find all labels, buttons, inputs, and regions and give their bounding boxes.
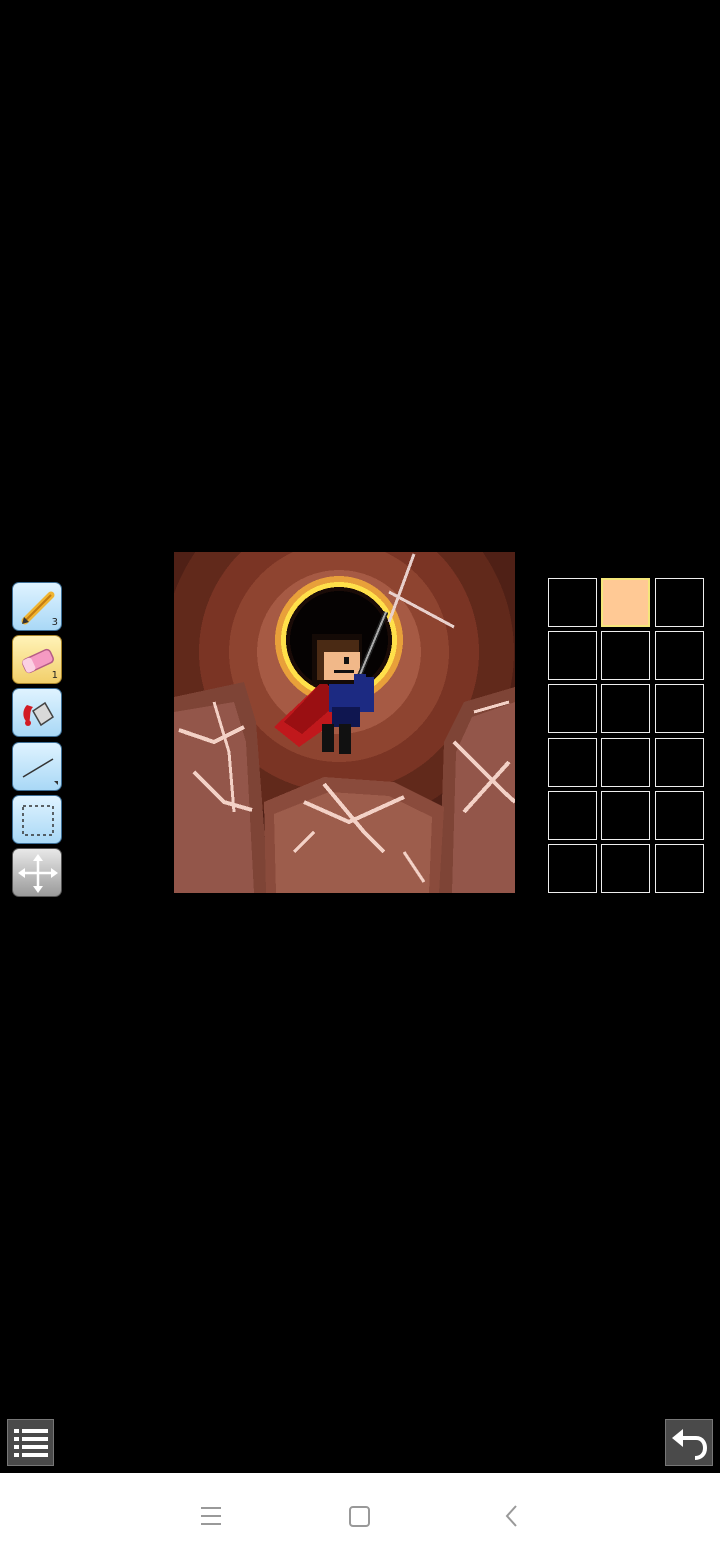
move-tool-button[interactable] bbox=[12, 848, 62, 897]
menu-button[interactable] bbox=[7, 1419, 54, 1466]
select-tool-button[interactable] bbox=[12, 795, 62, 844]
fill-tool-button[interactable] bbox=[12, 688, 62, 737]
palette-swatch[interactable] bbox=[548, 738, 597, 787]
recent-apps-icon[interactable] bbox=[195, 1473, 227, 1560]
undo-button[interactable] bbox=[665, 1419, 713, 1466]
list-menu-icon bbox=[14, 1429, 48, 1457]
palette-swatch[interactable] bbox=[655, 844, 704, 893]
palette-swatch[interactable] bbox=[601, 791, 650, 840]
palette-swatch[interactable] bbox=[548, 578, 597, 627]
eraser-tool-button[interactable]: 1 bbox=[12, 635, 62, 684]
pencil-tool-button[interactable]: 3 bbox=[12, 582, 62, 631]
system-navigation-bar bbox=[0, 1473, 720, 1560]
drawing-canvas[interactable] bbox=[174, 552, 515, 893]
palette-swatch[interactable] bbox=[655, 791, 704, 840]
selection-rect-icon bbox=[22, 805, 54, 836]
home-icon[interactable] bbox=[344, 1473, 376, 1560]
move-arrows-icon bbox=[18, 854, 58, 893]
palette-swatch[interactable] bbox=[548, 684, 597, 733]
line-tool-button[interactable] bbox=[12, 742, 62, 791]
palette-swatch[interactable] bbox=[655, 684, 704, 733]
undo-icon bbox=[672, 1429, 708, 1460]
palette-swatch[interactable] bbox=[601, 684, 650, 733]
palette-swatch-selected[interactable] bbox=[601, 578, 650, 627]
eraser-size-badge: 1 bbox=[51, 670, 58, 681]
paint-bucket-icon bbox=[23, 701, 54, 727]
palette-swatch[interactable] bbox=[548, 844, 597, 893]
palette-swatch[interactable] bbox=[601, 844, 650, 893]
palette-swatch[interactable] bbox=[601, 738, 650, 787]
palette-swatch[interactable] bbox=[548, 631, 597, 680]
back-icon[interactable] bbox=[496, 1473, 528, 1560]
line-icon bbox=[22, 758, 58, 785]
palette-swatch[interactable] bbox=[548, 791, 597, 840]
palette-swatch[interactable] bbox=[655, 578, 704, 627]
pencil-size-badge: 3 bbox=[51, 617, 58, 628]
palette-swatch[interactable] bbox=[655, 631, 704, 680]
palette-swatch[interactable] bbox=[655, 738, 704, 787]
color-palette bbox=[548, 578, 705, 894]
pixel-art-image bbox=[174, 552, 515, 893]
palette-swatch[interactable] bbox=[601, 631, 650, 680]
